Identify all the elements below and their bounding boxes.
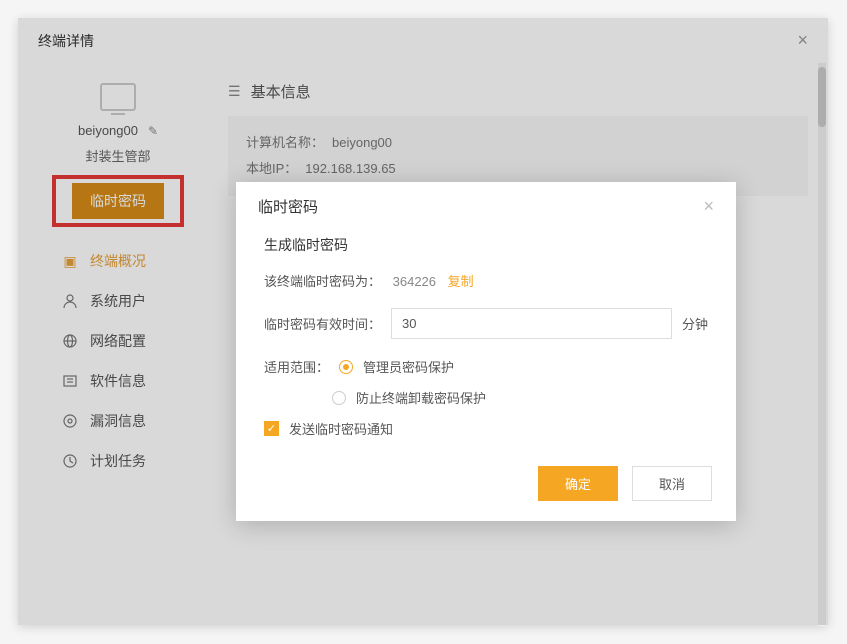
sidebar-item-label: 终端概况 [90, 251, 146, 271]
sidebar-item-tasks[interactable]: 计划任务 [62, 441, 218, 481]
scrollbar-thumb[interactable] [818, 67, 826, 127]
info-row-computer: 计算机名称： beiyong00 [246, 130, 790, 156]
close-icon[interactable]: × [797, 30, 808, 51]
sidebar-item-label: 软件信息 [90, 371, 146, 391]
radio-label: 管理员密码保护 [363, 357, 454, 376]
department-name: 封装生管部 [18, 146, 218, 165]
highlight-annotation: 临时密码 [52, 175, 184, 227]
vuln-icon [62, 413, 78, 429]
password-value: 364226 [393, 274, 436, 289]
notify-label: 发送临时密码通知 [289, 419, 393, 438]
window-title: 终端详情 [38, 31, 94, 51]
copy-link[interactable]: 复制 [448, 274, 474, 289]
radio-uninstall-protect[interactable] [332, 391, 346, 405]
duration-input[interactable] [391, 308, 672, 339]
computer-name: beiyong00 [78, 123, 138, 138]
titlebar: 终端详情 × [18, 18, 828, 63]
sidebar-item-software[interactable]: 软件信息 [62, 361, 218, 401]
password-row: 该终端临时密码为： 364226 复制 [264, 271, 708, 290]
notify-row: ✓ 发送临时密码通知 [264, 419, 708, 438]
modal-body: 生成临时密码 该终端临时密码为： 364226 复制 临时密码有效时间： 分钟 … [236, 227, 736, 454]
modal-footer: 确定 取消 [236, 454, 736, 521]
radio-admin-protect[interactable] [339, 360, 353, 374]
scope-group: 适用范围： 管理员密码保护 防止终端卸载密码保护 [264, 357, 708, 407]
scope-label: 适用范围： [264, 357, 329, 376]
duration-unit: 分钟 [682, 314, 708, 333]
info-row-ip: 本地IP： 192.168.139.65 [246, 156, 790, 182]
list-icon: ☰ [228, 83, 241, 100]
info-label: 本地IP： [246, 156, 297, 182]
cancel-button[interactable]: 取消 [632, 466, 712, 501]
temp-password-modal: 临时密码 × 生成临时密码 该终端临时密码为： 364226 复制 临时密码有效… [236, 182, 736, 521]
sidebar-item-users[interactable]: 系统用户 [62, 281, 218, 321]
modal-subtitle: 生成临时密码 [264, 235, 708, 255]
user-icon [62, 293, 78, 309]
sidebar-item-network[interactable]: 网络配置 [62, 321, 218, 361]
network-icon [62, 333, 78, 349]
software-icon [62, 373, 78, 389]
monitor-icon [100, 83, 136, 111]
sidebar-item-label: 网络配置 [90, 331, 146, 351]
nav-list: ▣ 终端概况 系统用户 网络配置 [18, 241, 218, 481]
sidebar-item-label: 计划任务 [90, 451, 146, 471]
section-header: ☰ 基本信息 [228, 73, 808, 116]
sidebar: beiyong00 ✎ 封装生管部 临时密码 ▣ 终端概况 系统用户 [18, 63, 218, 626]
radio-label: 防止终端卸载密码保护 [356, 388, 486, 407]
edit-icon[interactable]: ✎ [148, 124, 158, 138]
sidebar-item-vulnerability[interactable]: 漏洞信息 [62, 401, 218, 441]
close-icon[interactable]: × [703, 196, 714, 217]
temp-password-button[interactable]: 临时密码 [72, 183, 164, 219]
duration-row: 临时密码有效时间： 分钟 [264, 308, 708, 339]
notify-checkbox[interactable]: ✓ [264, 421, 279, 436]
section-title: 基本信息 [251, 81, 311, 102]
info-value: 192.168.139.65 [305, 156, 395, 182]
duration-label: 临时密码有效时间： [264, 314, 381, 333]
scrollbar[interactable] [818, 63, 826, 626]
task-icon [62, 453, 78, 469]
sidebar-item-overview[interactable]: ▣ 终端概况 [62, 241, 218, 281]
confirm-button[interactable]: 确定 [538, 466, 618, 501]
overview-icon: ▣ [62, 253, 78, 269]
sidebar-item-label: 系统用户 [90, 291, 146, 311]
modal-header: 临时密码 × [236, 182, 736, 227]
sidebar-item-label: 漏洞信息 [90, 411, 146, 431]
modal-title: 临时密码 [258, 196, 318, 217]
password-label: 该终端临时密码为： [264, 274, 381, 289]
scope-row-second: 防止终端卸载密码保护 [332, 388, 708, 407]
info-label: 计算机名称： [246, 130, 324, 156]
scope-row-first: 适用范围： 管理员密码保护 [264, 357, 708, 376]
computer-name-row: beiyong00 ✎ [18, 123, 218, 138]
info-value: beiyong00 [332, 130, 392, 156]
